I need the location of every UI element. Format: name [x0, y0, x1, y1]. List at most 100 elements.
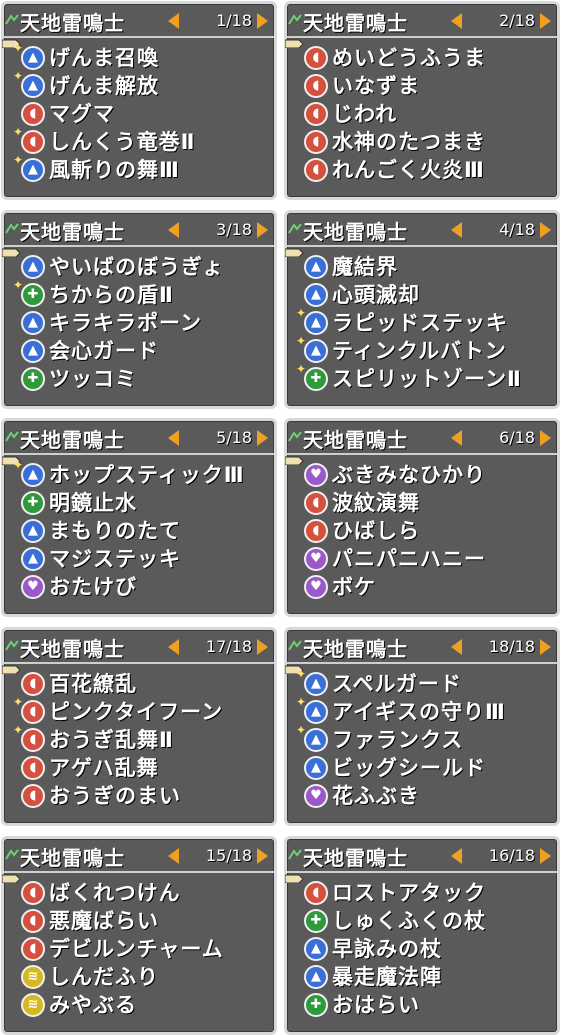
skill-row[interactable]: ▲ 心頭滅却: [287, 281, 557, 308]
red-skill-icon: ◖: [21, 881, 45, 905]
prev-page-arrow-icon[interactable]: [451, 639, 462, 655]
skill-row[interactable]: ✦ ✚ スピリットゾーンⅡ: [287, 363, 557, 392]
next-page-arrow-icon[interactable]: [540, 430, 551, 446]
blue-skill-icon: ▲: [21, 158, 45, 182]
prev-page-arrow-icon[interactable]: [451, 13, 462, 29]
next-page-arrow-icon[interactable]: [257, 13, 268, 29]
skill-name: 風斬りの舞Ⅲ: [49, 158, 180, 182]
skill-row[interactable]: ✦ ▲ ラピッドステッキ: [287, 307, 557, 336]
skill-row[interactable]: ▲ まもりのたて: [4, 517, 274, 544]
red-skill-icon: ◖: [21, 672, 45, 696]
skill-row[interactable]: ♥ おたけび: [4, 573, 274, 600]
prev-page-arrow-icon[interactable]: [451, 222, 462, 238]
skill-panel: 天地雷鳴士 17/18 ◖ 百花繚乱 ✦ ◖ ピンクタイフーン ✦ ◖ おうぎ乱舞Ⅱ ◖ アゲハ乱舞 ◖…: [1, 627, 277, 826]
skill-row[interactable]: ✦ ▲ スペルガード: [285, 665, 557, 697]
skill-row[interactable]: ◖ れんごく火炎Ⅲ: [287, 156, 557, 183]
prev-page-arrow-icon[interactable]: [168, 639, 179, 655]
panel-title: 天地雷鳴士: [303, 11, 408, 35]
skill-row[interactable]: ▲ 暴走魔法陣: [287, 963, 557, 990]
skill-row[interactable]: ◖ マグマ: [4, 100, 274, 127]
skill-row[interactable]: ≋ みやぶる: [4, 991, 274, 1018]
next-page-arrow-icon[interactable]: [257, 848, 268, 864]
skill-row[interactable]: ♥ ぶきみなひかり: [285, 456, 557, 488]
blue-skill-icon: ▲: [304, 728, 328, 752]
pager: 2/18: [451, 11, 551, 31]
skill-row[interactable]: ◖ 水神のたつまき: [287, 128, 557, 155]
skill-row[interactable]: ◖ ロストアタック: [285, 874, 557, 906]
prev-page-arrow-icon[interactable]: [451, 848, 462, 864]
skill-row[interactable]: ▲ 会心ガード: [4, 337, 274, 364]
skill-name: しんくう竜巻Ⅱ: [49, 130, 196, 154]
next-page-arrow-icon[interactable]: [257, 639, 268, 655]
skill-row[interactable]: ✚ しゅくふくの杖: [287, 907, 557, 934]
skill-name: ぶきみなひかり: [332, 463, 486, 487]
skill-row[interactable]: ◖ 悪魔ばらい: [4, 907, 274, 934]
prev-page-arrow-icon[interactable]: [451, 430, 462, 446]
skill-row[interactable]: ▲ 魔結界: [285, 248, 557, 280]
skill-row[interactable]: ✦ ✚ ちからの盾Ⅱ: [4, 279, 274, 308]
skill-row[interactable]: ▲ やいばのぼうぎょ: [2, 248, 274, 280]
green-skill-icon: ✚: [304, 909, 328, 933]
skill-panel: 天地雷鳴士 1/18 ✦ ▲ げんま召喚 ✦ ▲ げんま解放 ◖ マグマ ✦ ◖ しんくう竜巻Ⅱ ✦ ▲ 風斬…: [1, 1, 277, 200]
skill-row[interactable]: ▲ 早詠みの杖: [287, 935, 557, 962]
skill-row[interactable]: ◖ デビルンチャーム: [4, 935, 274, 962]
skill-row[interactable]: ♥ 花ふぶき: [287, 782, 557, 809]
panel-title: 天地雷鳴士: [303, 637, 408, 661]
prev-page-arrow-icon[interactable]: [168, 430, 179, 446]
skill-row[interactable]: ✚ 明鏡止水: [4, 489, 274, 516]
job-emblem-icon: [5, 431, 19, 442]
skill-name: めいどうふうま: [332, 46, 486, 70]
pager: 18/18: [451, 637, 551, 657]
skill-row[interactable]: ✦ ▲ げんま召喚: [2, 39, 274, 71]
skill-row[interactable]: ✦ ▲ ティンクルバトン: [287, 335, 557, 364]
prev-page-arrow-icon[interactable]: [168, 848, 179, 864]
skill-row[interactable]: ✦ ◖ ピンクタイフーン: [4, 696, 274, 725]
skill-row[interactable]: ✚ おはらい: [287, 991, 557, 1018]
skill-row[interactable]: ♥ ボケ: [287, 573, 557, 600]
skill-row[interactable]: ✦ ◖ おうぎ乱舞Ⅱ: [4, 724, 274, 753]
skill-row[interactable]: ▲ ビッグシールド: [287, 754, 557, 781]
red-skill-icon: ◖: [21, 784, 45, 808]
next-page-arrow-icon[interactable]: [257, 430, 268, 446]
skill-row[interactable]: ▲ マジステッキ: [4, 545, 274, 572]
skill-row[interactable]: ≋ しんだふり: [4, 963, 274, 990]
job-emblem-icon: [288, 431, 302, 442]
next-page-arrow-icon[interactable]: [540, 639, 551, 655]
skill-row[interactable]: ✦ ▲ げんま解放: [4, 70, 274, 99]
green-skill-icon: ✚: [304, 367, 328, 391]
prev-page-arrow-icon[interactable]: [168, 13, 179, 29]
skill-row[interactable]: ✦ ▲ ホップスティックⅢ: [2, 456, 274, 488]
skill-row[interactable]: ◖ 百花繚乱: [2, 665, 274, 697]
prev-page-arrow-icon[interactable]: [168, 222, 179, 238]
blue-skill-icon: ▲: [304, 311, 328, 335]
skill-name: 心頭滅却: [332, 283, 420, 307]
blue-skill-icon: ▲: [304, 283, 328, 307]
next-page-arrow-icon[interactable]: [540, 13, 551, 29]
next-page-arrow-icon[interactable]: [540, 848, 551, 864]
skill-row[interactable]: ◖ アゲハ乱舞: [4, 754, 274, 781]
skill-row[interactable]: ◖ じわれ: [287, 100, 557, 127]
skill-row[interactable]: ◖ ばくれつけん: [2, 874, 274, 906]
page-indicator: 2/18: [499, 11, 535, 30]
skill-row[interactable]: ✦ ▲ ファランクス: [287, 724, 557, 753]
next-page-arrow-icon[interactable]: [540, 222, 551, 238]
skill-row[interactable]: ✦ ▲ アイギスの守りⅢ: [287, 696, 557, 725]
skill-row[interactable]: ◖ めいどうふうま: [285, 39, 557, 71]
skill-row[interactable]: ✚ ツッコミ: [4, 365, 274, 392]
skill-row[interactable]: ◖ おうぎのまい: [4, 782, 274, 809]
skill-row[interactable]: ◖ ひばしら: [287, 517, 557, 544]
skill-row[interactable]: ✦ ▲ 風斬りの舞Ⅲ: [4, 154, 274, 183]
skill-row[interactable]: ◖ 波紋演舞: [287, 489, 557, 516]
red-skill-icon: ◖: [304, 519, 328, 543]
skill-row[interactable]: ◖ いなずま: [287, 72, 557, 99]
skill-name: 暴走魔法陣: [332, 965, 442, 989]
skill-row[interactable]: ✦ ◖ しんくう竜巻Ⅱ: [4, 126, 274, 155]
skill-name: マジステッキ: [49, 547, 181, 571]
skill-name: マグマ: [49, 102, 115, 126]
selection-cursor-icon: [285, 456, 304, 465]
red-skill-icon: ◖: [304, 158, 328, 182]
blue-skill-icon: ▲: [304, 756, 328, 780]
skill-row[interactable]: ♥ パニパニハニー: [287, 545, 557, 572]
skill-row[interactable]: ▲ キラキラポーン: [4, 309, 274, 336]
next-page-arrow-icon[interactable]: [257, 222, 268, 238]
